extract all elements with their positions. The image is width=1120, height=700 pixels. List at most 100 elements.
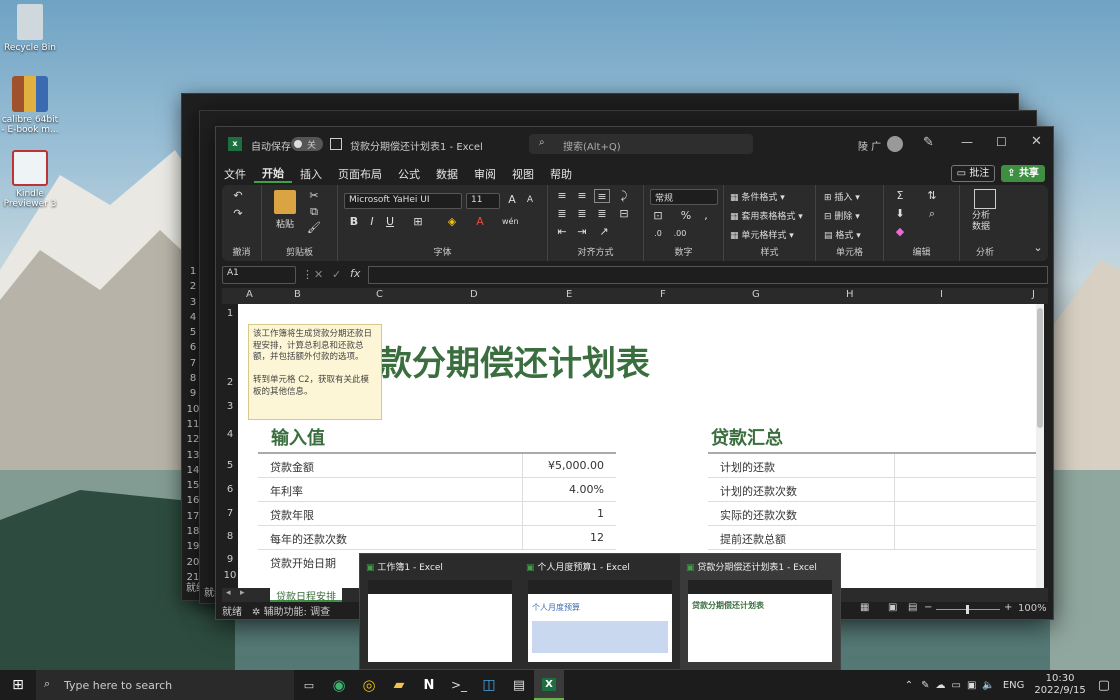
table-row[interactable]: 计划的还款次数 [708,478,1042,502]
sheet-tab[interactable]: 贷款日程安排 [270,588,342,603]
normal-view-icon[interactable]: ▦ [860,602,869,613]
close-button[interactable]: ✕ [1031,134,1042,149]
thumbnail-loan[interactable]: ▣ 贷款分期偿还计划表1 - Excel 贷款分期偿还计划表 [680,554,840,671]
bold-icon[interactable]: B [346,215,362,229]
decrease-decimal-icon[interactable]: .00 [672,227,688,241]
enter-icon[interactable]: ✓ [332,268,341,281]
table-row[interactable]: 贷款年限 1 [258,502,616,526]
thumbnail-budget[interactable]: ▣ 个人月度预算1 - Excel 个人月度预算 [520,554,680,671]
row-header[interactable]: 7 [222,508,238,519]
column-header[interactable]: F [660,289,666,300]
task-view-button[interactable]: ▭ [294,670,324,700]
font-name-select[interactable]: Microsoft YaHei UI [344,193,462,209]
worksheet[interactable]: 款分期偿还计划表 该工作簿将生成贷款分期还款日程安排，计算总利息和还款总额，并包… [238,304,1044,588]
redo-icon[interactable]: ↷ [230,207,246,221]
clock[interactable]: 10:30 2022/9/15 [1034,673,1085,697]
conditional-format-button[interactable]: ▦ 条件格式 ▾ [730,190,785,203]
pen-tray-icon[interactable]: ✎ [921,680,929,691]
terminal-app[interactable]: >_ [444,670,474,700]
tab-formulas[interactable]: 公式 [390,166,428,182]
tab-file[interactable]: 文件 [216,166,254,182]
align-right-icon[interactable]: ≣ [594,207,610,221]
avatar[interactable] [887,136,903,152]
column-header[interactable]: J [1032,289,1035,300]
tab-home[interactable]: 开始 [254,165,292,183]
align-middle-icon[interactable]: ≡ [574,189,590,203]
increase-font-icon[interactable]: A [504,193,520,207]
user-name[interactable]: 陵 广 [858,138,881,153]
align-top-icon[interactable]: ≡ [554,189,570,203]
zoom-level[interactable]: 100% [1018,603,1047,614]
notion-app[interactable]: N [414,670,444,700]
autosum-icon[interactable]: Σ [892,189,908,203]
merge-center-icon[interactable]: ⊟ [616,207,632,221]
format-as-table-button[interactable]: ▦ 套用表格格式 ▾ [730,209,803,222]
pen-icon[interactable]: ✎ [923,135,934,150]
thumbnail-workbook1[interactable]: ▣ 工作簿1 - Excel [360,554,520,671]
accessibility-status[interactable]: ✲ 辅助功能: 调查 [252,603,330,618]
sheet-scroll-right-icon[interactable]: ▸ [240,588,245,598]
search-box[interactable]: ⌕ 搜索(Alt+Q) [529,134,753,154]
format-painter-icon[interactable]: 🖌 [306,221,322,235]
align-center-icon[interactable]: ≣ [574,207,590,221]
tab-help[interactable]: 帮助 [542,166,580,182]
find-select-icon[interactable]: ⌕ [924,207,940,221]
edge-dev-app[interactable]: ◉ [324,670,354,700]
row-header[interactable]: 9 [222,554,238,565]
delete-cells-button[interactable]: ⊟ 删除 ▾ [824,209,860,222]
zoom-slider[interactable] [936,605,1000,614]
drive-app[interactable]: ▤ [504,670,534,700]
collapse-ribbon-icon[interactable]: ⌄ [1030,241,1046,255]
fill-color-icon[interactable]: ◈ [444,215,460,229]
italic-icon[interactable]: I [364,215,380,229]
tab-review[interactable]: 审阅 [466,166,504,182]
column-header[interactable]: D [470,289,478,300]
row-header[interactable]: 4 [222,429,238,440]
paste-icon[interactable] [274,190,296,214]
table-row[interactable]: 提前还款总额 [708,526,1042,550]
orientation-icon[interactable]: ↗ [596,225,612,239]
table-row[interactable]: 实际的还款次数 [708,502,1042,526]
volume-icon[interactable]: 🔈 [982,680,994,691]
chevron-up-icon[interactable]: ⌃ [905,680,913,691]
azure-app[interactable]: ◫ [474,670,504,700]
page-layout-view-icon[interactable]: ▣ [888,602,897,613]
format-cells-button[interactable]: ▤ 格式 ▾ [824,228,861,241]
tab-view[interactable]: 视图 [504,166,542,182]
row-header[interactable]: 6 [222,484,238,495]
accounting-format-icon[interactable]: ⊡ [650,209,666,223]
underline-icon[interactable]: U [382,215,398,229]
desktop-icon-calibre[interactable]: calibre 64bit - E-book m... [0,76,60,135]
column-header[interactable]: G [752,289,760,300]
analyze-data-label[interactable]: 分析 数据 [972,211,990,233]
save-icon[interactable] [330,138,342,150]
comma-style-icon[interactable]: , [698,209,714,223]
column-header[interactable]: H [846,289,854,300]
row-header[interactable]: 3 [222,401,238,412]
cell-styles-button[interactable]: ▦ 单元格样式 ▾ [730,228,794,241]
font-size-select[interactable]: 11 [466,193,500,209]
column-header[interactable]: I [940,289,943,300]
file-explorer-app[interactable]: ▰ [384,670,414,700]
sheet-scroll-left-icon[interactable]: ◂ [226,588,231,598]
row-header[interactable]: 8 [222,531,238,542]
excel-app[interactable]: X [534,670,564,700]
number-format-select[interactable]: 常规 [650,189,718,205]
tab-data[interactable]: 数据 [428,166,466,182]
insert-function-icon[interactable]: fx [350,267,360,280]
vertical-scrollbar[interactable] [1036,304,1044,588]
column-header[interactable]: A [246,289,253,300]
autosave-toggle[interactable]: 关 [291,137,323,151]
sort-filter-icon[interactable]: ⇅ [924,189,940,203]
table-row[interactable]: 每年的还款次数 12 [258,526,616,550]
percent-icon[interactable]: % [678,209,694,223]
row-header[interactable]: 2 [222,377,238,388]
excel-window[interactable]: x 自动保存 关 贷款分期偿还计划表1 - Excel ⌕ 搜索(Alt+Q) … [215,126,1054,620]
zoom-out-icon[interactable]: − [924,602,932,613]
share-button[interactable]: ⇪ 共享 [1001,165,1045,182]
fill-icon[interactable]: ⬇ [892,207,908,221]
notifications-icon[interactable]: ▢ [1098,678,1110,693]
cloud-icon[interactable]: ☁ [936,680,946,691]
tab-page-layout[interactable]: 页面布局 [330,166,390,182]
cancel-icon[interactable]: ✕ [314,268,323,281]
